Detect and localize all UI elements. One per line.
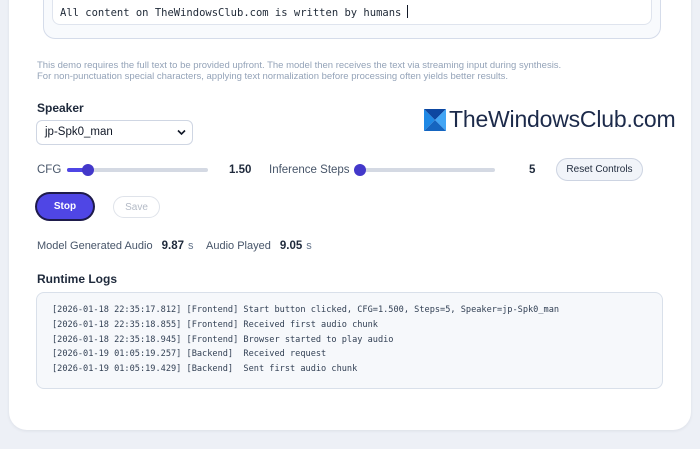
audio-played-value: 9.05 — [279, 240, 303, 252]
log-line: [2026-01-18 22:35:17.812] [Frontend] Sta… — [52, 305, 560, 315]
runtime-logs-panel[interactable]: [2026-01-18 22:35:17.812] [Frontend] Sta… — [36, 292, 663, 389]
inference-steps-label: Inference Steps — [269, 164, 350, 176]
generated-audio-value: 9.87 — [161, 240, 185, 252]
hint-streaming: This demo requires the full text to be p… — [37, 60, 562, 71]
reset-controls-button[interactable]: Reset Controls — [556, 158, 643, 181]
speaker-label: Speaker — [37, 101, 84, 115]
thewindowsclub-logo-icon — [424, 109, 446, 131]
cfg-value: 1.50 — [229, 164, 252, 176]
inference-steps-slider[interactable] — [354, 164, 495, 176]
text-caret — [407, 5, 409, 18]
log-line: [2026-01-18 22:35:18.945] [Frontend] Bro… — [52, 334, 394, 345]
runtime-logs-title: Runtime Logs — [37, 272, 117, 286]
log-line: [2026-01-18 22:35:18.855] [Frontend] Rec… — [52, 319, 378, 330]
inference-steps-slider-track — [356, 168, 495, 172]
cfg-label: CFG — [37, 164, 62, 176]
chevron-down-icon — [177, 129, 186, 136]
hint-normalization: For non-punctuation special characters, … — [37, 71, 509, 82]
log-line: [2026-01-19 01:05:19.429] [Backend] Sent… — [52, 364, 358, 375]
speaker-select[interactable]: jp-Spk0_man — [36, 120, 193, 145]
audio-played-metric: Audio Played 9.05 s — [206, 240, 312, 252]
speaker-select-value: jp-Spk0_man — [45, 126, 113, 138]
text-input-value: All content on TheWindowsClub.com is wri… — [60, 5, 409, 19]
generated-audio-label: Model Generated Audio — [37, 240, 153, 252]
log-line: [2026-01-19 01:05:19.257] [Backend] Rece… — [52, 349, 327, 360]
watermark-text: TheWindowsClub.com — [449, 106, 676, 132]
audio-played-label: Audio Played — [206, 240, 271, 252]
audio-played-unit: s — [306, 240, 312, 252]
stop-button[interactable]: Stop — [37, 194, 93, 219]
save-button[interactable]: Save — [113, 196, 160, 218]
inference-steps-slider-thumb[interactable] — [354, 164, 367, 176]
generated-audio-metric: Model Generated Audio 9.87 s — [37, 240, 194, 252]
cfg-slider[interactable] — [67, 164, 208, 176]
generated-audio-unit: s — [188, 240, 194, 252]
inference-steps-value: 5 — [529, 164, 536, 176]
cfg-slider-thumb[interactable] — [82, 164, 95, 176]
watermark: TheWindowsClub.com — [424, 106, 682, 136]
